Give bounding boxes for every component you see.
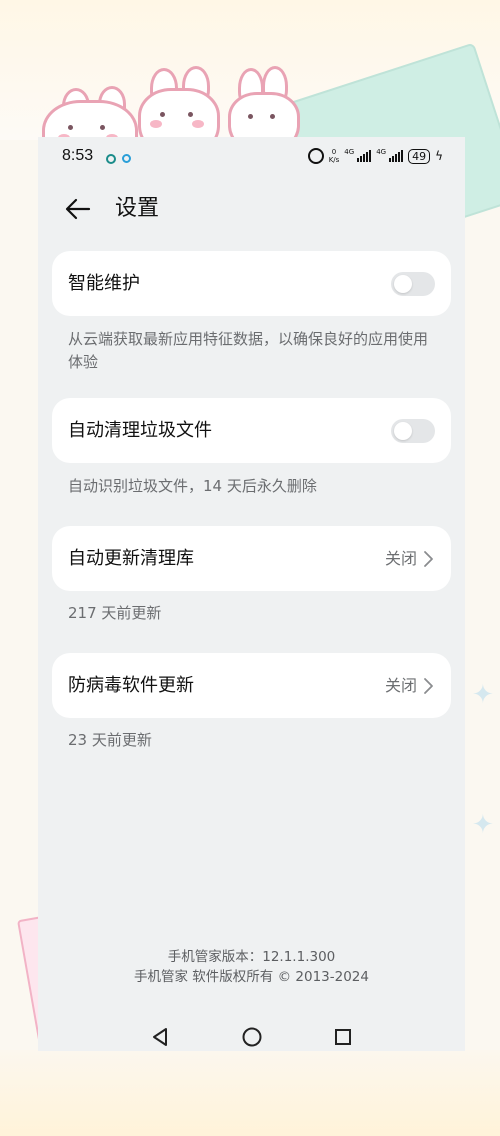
nav-back-icon[interactable] [146,1022,176,1051]
setting-label: 防病毒软件更新 [68,675,194,696]
clock: 8:53 [62,147,94,164]
setting-description: 从云端获取最新应用特征数据，以确保良好的应用使用体验 [68,330,429,371]
setting-value: 关闭 [384,676,417,695]
net-speed: 0 K/s [329,148,340,164]
settings-screen: 8:53 0 K/s 4G 4G 49 ϟ 设置 智能维护 从云端获取最新应用特… [38,137,465,1051]
signal-icon [389,150,404,162]
footer: 手机管家版本：12.1.1.300 手机管家 软件版权所有 © 2013-202… [38,947,465,987]
alarm-icon [307,148,324,164]
notification-icon [106,154,116,164]
chevron-right-icon [424,551,433,567]
setting-label: 自动更新清理库 [68,548,194,569]
net-speed-unit: K/s [328,156,340,164]
chevron-right-icon [424,678,433,694]
sim2-network: 4G [376,148,387,156]
setting-description: 23 天前更新 [68,731,152,749]
net-speed-value: 0 [331,148,337,156]
battery-icon: 49 [408,148,431,164]
auto-clean-junk-toggle[interactable] [391,419,435,443]
version-text: 手机管家版本：12.1.1.300 [167,949,336,965]
smart-maintenance-toggle[interactable] [391,272,435,296]
sim1-network: 4G [344,148,355,156]
copyright-text: 手机管家 软件版权所有 © 2013-2024 [134,969,369,985]
setting-description: 217 天前更新 [68,604,162,622]
notification-icon [122,154,131,163]
setting-antivirus-update[interactable]: 防病毒软件更新 关闭 [52,653,451,718]
wallpaper-star: ✦ [472,810,494,840]
setting-smart-maintenance[interactable]: 智能维护 [52,251,451,316]
status-bar: 8:53 0 K/s 4G 4G 49 ϟ [38,137,465,177]
setting-auto-clean-junk[interactable]: 自动清理垃圾文件 [52,398,451,463]
navigation-bar [38,1022,465,1051]
status-icons: 0 K/s 4G 4G 49 ϟ [307,148,443,164]
nav-recents-icon[interactable] [328,1022,358,1051]
wallpaper-bottom [0,1050,500,1136]
setting-auto-update-clean-library[interactable]: 自动更新清理库 关闭 [52,526,451,591]
setting-value: 关闭 [384,549,417,568]
header: 设置 [38,185,465,233]
setting-label: 自动清理垃圾文件 [68,420,212,441]
nav-home-icon[interactable] [237,1022,267,1051]
page-title: 设置 [115,196,160,221]
charging-bolt-icon: ϟ [435,149,443,163]
wallpaper-star: ✦ [472,680,494,710]
back-arrow-icon[interactable] [62,193,94,225]
setting-label: 智能维护 [68,273,140,294]
setting-description: 自动识别垃圾文件，14 天后永久删除 [68,477,317,495]
signal-icon [357,150,372,162]
